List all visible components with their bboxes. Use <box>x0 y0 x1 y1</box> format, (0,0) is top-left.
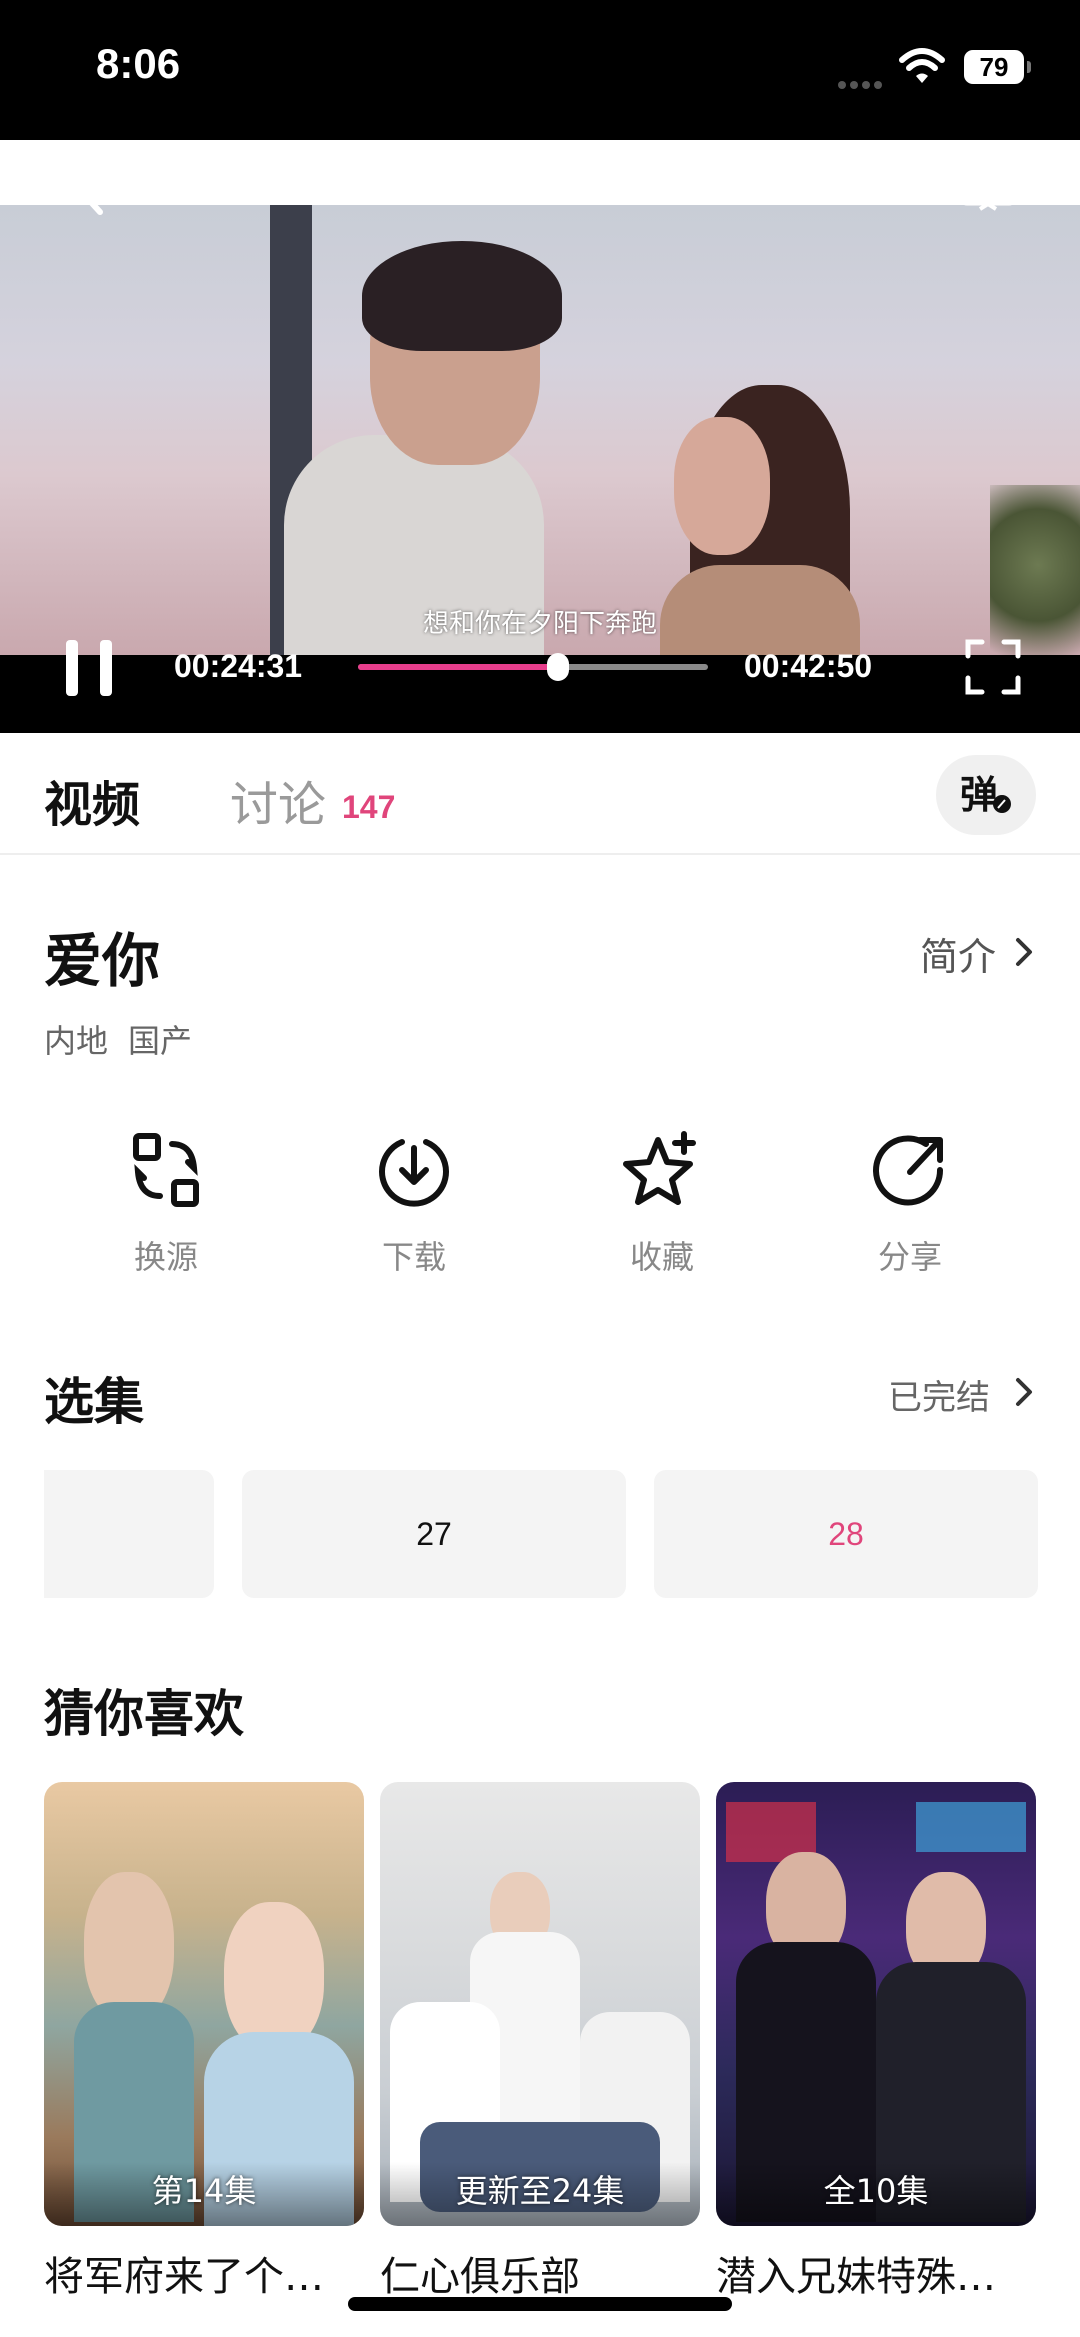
wifi-icon <box>899 48 945 83</box>
chevron-right-icon[interactable] <box>1012 1374 1036 1410</box>
video-frame[interactable]: 想和你在夕阳下奔跑 <box>0 205 1080 655</box>
tab-video[interactable]: 视频 <box>44 765 140 835</box>
video-subtitle: 想和你在夕阳下奔跑 <box>422 609 657 639</box>
recommend-poster[interactable]: 全10集 <box>716 1782 1036 2226</box>
tab-discuss[interactable]: 讨论 <box>230 765 326 835</box>
switch-source-icon <box>133 1133 199 1207</box>
switch-source-button[interactable]: 换源 <box>96 1130 236 1278</box>
recommend-name: 潜入兄妹特殊… <box>716 2254 996 2300</box>
back-icon[interactable] <box>66 162 114 218</box>
share-button[interactable]: 分享 <box>840 1130 980 1278</box>
star-add-icon <box>623 1131 696 1205</box>
recommend-poster[interactable]: 更新至24集 <box>380 1782 700 2226</box>
svg-text:TV: TV <box>974 173 1002 198</box>
status-time: 8:06 <box>96 40 181 87</box>
episodes-title: 选集 <box>44 1373 144 1431</box>
action-label: 收藏 <box>629 1238 694 1276</box>
episodes-status[interactable]: 已完结 <box>888 1370 990 1419</box>
cellular-signal-icon <box>838 74 888 89</box>
battery-indicator: 79 <box>964 50 1031 84</box>
current-time: 00:24:31 <box>174 648 303 684</box>
episode-badge: 更新至24集 <box>455 2172 625 2210</box>
cast-tv-icon[interactable]: TV <box>958 160 1018 212</box>
recommend-name: 将军府来了个… <box>44 2254 324 2300</box>
show-tags: 内地 国产 <box>44 1016 212 1062</box>
episode-item[interactable]: 27 <box>242 1470 626 1598</box>
intro-link[interactable]: 简介 <box>920 926 996 981</box>
progress-fill <box>358 664 558 670</box>
recommend-card[interactable]: 更新至24集 仁心俱乐部 <box>380 1782 700 2302</box>
episode-item-active[interactable]: 28 <box>654 1470 1038 1598</box>
episode-item[interactable] <box>44 1470 214 1598</box>
recommend-card[interactable]: 全10集 潜入兄妹特殊… <box>716 1782 1036 2302</box>
download-icon <box>379 1139 449 1207</box>
progress-slider[interactable] <box>358 653 708 681</box>
recommend-card[interactable]: 第14集 将军府来了个… <box>44 1782 364 2302</box>
chevron-right-icon[interactable] <box>1012 934 1036 970</box>
tab-bar: 视频 讨论 147 弹 <box>0 733 1080 855</box>
action-label: 分享 <box>877 1238 942 1276</box>
favorite-button[interactable]: 收藏 <box>592 1130 732 1278</box>
share-icon <box>873 1135 944 1206</box>
fullscreen-icon[interactable] <box>964 638 1022 696</box>
danmu-toggle-button[interactable]: 弹 <box>936 755 1036 835</box>
danmu-edit-icon <box>993 795 1011 813</box>
duration-time: 00:42:50 <box>744 648 873 684</box>
download-button[interactable]: 下载 <box>344 1130 484 1278</box>
discuss-count-badge: 147 <box>342 789 396 825</box>
status-bar: 8:06 79 <box>0 0 1080 140</box>
episode-badge: 第14集 <box>151 2172 257 2210</box>
recommend-title: 猜你喜欢 <box>44 1685 244 1743</box>
home-indicator[interactable] <box>348 2297 732 2311</box>
tag-region: 内地 <box>44 1022 109 1060</box>
pause-button[interactable] <box>62 640 116 696</box>
show-title: 爱你 <box>44 927 161 995</box>
episode-badge: 全10集 <box>823 2172 929 2210</box>
progress-knob[interactable] <box>546 653 569 681</box>
tag-origin: 国产 <box>128 1022 193 1060</box>
recommend-name: 仁心俱乐部 <box>380 2254 580 2300</box>
recommend-poster[interactable]: 第14集 <box>44 1782 364 2226</box>
action-label: 换源 <box>133 1238 198 1276</box>
action-label: 下载 <box>381 1238 446 1276</box>
